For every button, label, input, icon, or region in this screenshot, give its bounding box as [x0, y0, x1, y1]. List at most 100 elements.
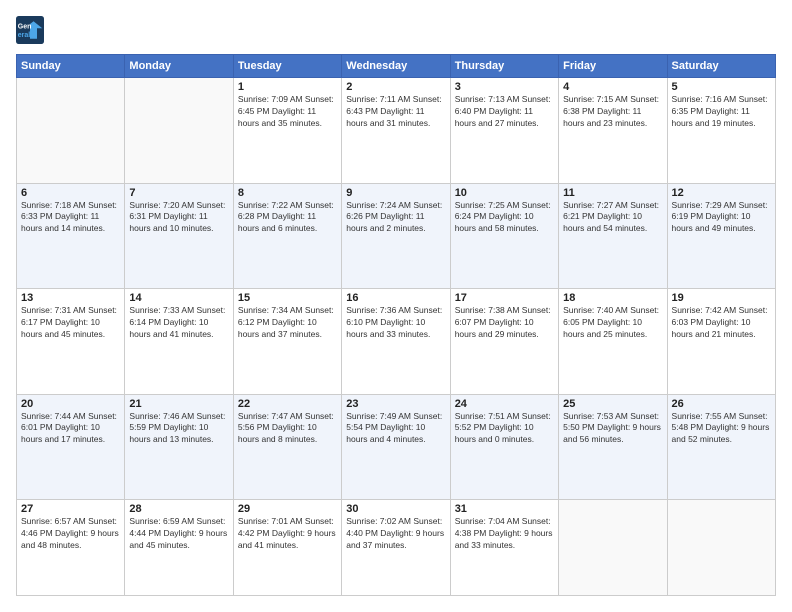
day-info: Sunrise: 7:31 AM Sunset: 6:17 PM Dayligh… [21, 305, 120, 341]
day-number: 31 [455, 503, 554, 515]
calendar-cell: 26Sunrise: 7:55 AM Sunset: 5:48 PM Dayli… [667, 394, 775, 500]
calendar-cell: 29Sunrise: 7:01 AM Sunset: 4:42 PM Dayli… [233, 500, 341, 596]
calendar-cell: 6Sunrise: 7:18 AM Sunset: 6:33 PM Daylig… [17, 183, 125, 289]
day-info: Sunrise: 7:55 AM Sunset: 5:48 PM Dayligh… [672, 411, 771, 447]
svg-text:eral: eral [18, 32, 31, 39]
calendar-cell: 9Sunrise: 7:24 AM Sunset: 6:26 PM Daylig… [342, 183, 450, 289]
day-number: 2 [346, 81, 445, 93]
day-info: Sunrise: 7:27 AM Sunset: 6:21 PM Dayligh… [563, 200, 662, 236]
calendar-cell: 7Sunrise: 7:20 AM Sunset: 6:31 PM Daylig… [125, 183, 233, 289]
calendar-week-row: 13Sunrise: 7:31 AM Sunset: 6:17 PM Dayli… [17, 289, 776, 395]
day-info: Sunrise: 7:42 AM Sunset: 6:03 PM Dayligh… [672, 305, 771, 341]
calendar-cell: 10Sunrise: 7:25 AM Sunset: 6:24 PM Dayli… [450, 183, 558, 289]
day-number: 12 [672, 187, 771, 199]
calendar-cell: 30Sunrise: 7:02 AM Sunset: 4:40 PM Dayli… [342, 500, 450, 596]
day-info: Sunrise: 7:24 AM Sunset: 6:26 PM Dayligh… [346, 200, 445, 236]
calendar-cell [125, 78, 233, 184]
day-number: 17 [455, 292, 554, 304]
day-number: 25 [563, 398, 662, 410]
day-number: 14 [129, 292, 228, 304]
calendar-cell: 3Sunrise: 7:13 AM Sunset: 6:40 PM Daylig… [450, 78, 558, 184]
calendar-cell: 27Sunrise: 6:57 AM Sunset: 4:46 PM Dayli… [17, 500, 125, 596]
weekday-header: Tuesday [233, 55, 341, 78]
calendar-week-row: 20Sunrise: 7:44 AM Sunset: 6:01 PM Dayli… [17, 394, 776, 500]
day-info: Sunrise: 7:44 AM Sunset: 6:01 PM Dayligh… [21, 411, 120, 447]
day-info: Sunrise: 7:53 AM Sunset: 5:50 PM Dayligh… [563, 411, 662, 447]
day-info: Sunrise: 7:09 AM Sunset: 6:45 PM Dayligh… [238, 94, 337, 130]
day-number: 11 [563, 187, 662, 199]
calendar-cell: 20Sunrise: 7:44 AM Sunset: 6:01 PM Dayli… [17, 394, 125, 500]
calendar-cell [667, 500, 775, 596]
day-number: 28 [129, 503, 228, 515]
day-info: Sunrise: 7:15 AM Sunset: 6:38 PM Dayligh… [563, 94, 662, 130]
calendar-cell: 13Sunrise: 7:31 AM Sunset: 6:17 PM Dayli… [17, 289, 125, 395]
calendar-cell: 19Sunrise: 7:42 AM Sunset: 6:03 PM Dayli… [667, 289, 775, 395]
calendar-cell: 11Sunrise: 7:27 AM Sunset: 6:21 PM Dayli… [559, 183, 667, 289]
calendar-cell: 25Sunrise: 7:53 AM Sunset: 5:50 PM Dayli… [559, 394, 667, 500]
calendar-cell: 5Sunrise: 7:16 AM Sunset: 6:35 PM Daylig… [667, 78, 775, 184]
day-info: Sunrise: 7:36 AM Sunset: 6:10 PM Dayligh… [346, 305, 445, 341]
calendar-cell: 4Sunrise: 7:15 AM Sunset: 6:38 PM Daylig… [559, 78, 667, 184]
day-number: 15 [238, 292, 337, 304]
day-info: Sunrise: 7:04 AM Sunset: 4:38 PM Dayligh… [455, 516, 554, 552]
day-number: 3 [455, 81, 554, 93]
calendar-week-row: 6Sunrise: 7:18 AM Sunset: 6:33 PM Daylig… [17, 183, 776, 289]
calendar-cell: 12Sunrise: 7:29 AM Sunset: 6:19 PM Dayli… [667, 183, 775, 289]
day-info: Sunrise: 7:02 AM Sunset: 4:40 PM Dayligh… [346, 516, 445, 552]
day-number: 22 [238, 398, 337, 410]
calendar-cell: 22Sunrise: 7:47 AM Sunset: 5:56 PM Dayli… [233, 394, 341, 500]
day-number: 1 [238, 81, 337, 93]
weekday-header: Sunday [17, 55, 125, 78]
day-number: 26 [672, 398, 771, 410]
day-info: Sunrise: 7:13 AM Sunset: 6:40 PM Dayligh… [455, 94, 554, 130]
day-info: Sunrise: 7:34 AM Sunset: 6:12 PM Dayligh… [238, 305, 337, 341]
day-number: 16 [346, 292, 445, 304]
day-info: Sunrise: 7:25 AM Sunset: 6:24 PM Dayligh… [455, 200, 554, 236]
day-info: Sunrise: 7:46 AM Sunset: 5:59 PM Dayligh… [129, 411, 228, 447]
day-number: 30 [346, 503, 445, 515]
day-number: 4 [563, 81, 662, 93]
day-info: Sunrise: 7:38 AM Sunset: 6:07 PM Dayligh… [455, 305, 554, 341]
calendar-cell: 31Sunrise: 7:04 AM Sunset: 4:38 PM Dayli… [450, 500, 558, 596]
weekday-header: Saturday [667, 55, 775, 78]
page: Gen eral SundayMondayTuesdayWednesdayThu… [0, 0, 792, 612]
calendar-cell: 8Sunrise: 7:22 AM Sunset: 6:28 PM Daylig… [233, 183, 341, 289]
weekday-header: Wednesday [342, 55, 450, 78]
day-info: Sunrise: 7:40 AM Sunset: 6:05 PM Dayligh… [563, 305, 662, 341]
day-number: 29 [238, 503, 337, 515]
day-info: Sunrise: 7:01 AM Sunset: 4:42 PM Dayligh… [238, 516, 337, 552]
day-number: 13 [21, 292, 120, 304]
day-number: 10 [455, 187, 554, 199]
day-info: Sunrise: 7:18 AM Sunset: 6:33 PM Dayligh… [21, 200, 120, 236]
day-info: Sunrise: 7:33 AM Sunset: 6:14 PM Dayligh… [129, 305, 228, 341]
calendar-cell [559, 500, 667, 596]
svg-text:Gen: Gen [18, 23, 32, 30]
day-number: 8 [238, 187, 337, 199]
day-number: 9 [346, 187, 445, 199]
day-number: 27 [21, 503, 120, 515]
calendar-cell: 24Sunrise: 7:51 AM Sunset: 5:52 PM Dayli… [450, 394, 558, 500]
day-info: Sunrise: 7:49 AM Sunset: 5:54 PM Dayligh… [346, 411, 445, 447]
day-info: Sunrise: 7:29 AM Sunset: 6:19 PM Dayligh… [672, 200, 771, 236]
day-number: 23 [346, 398, 445, 410]
day-number: 18 [563, 292, 662, 304]
calendar-cell: 15Sunrise: 7:34 AM Sunset: 6:12 PM Dayli… [233, 289, 341, 395]
day-info: Sunrise: 6:59 AM Sunset: 4:44 PM Dayligh… [129, 516, 228, 552]
calendar-table: SundayMondayTuesdayWednesdayThursdayFrid… [16, 54, 776, 596]
day-number: 19 [672, 292, 771, 304]
calendar-cell: 16Sunrise: 7:36 AM Sunset: 6:10 PM Dayli… [342, 289, 450, 395]
weekday-header: Thursday [450, 55, 558, 78]
calendar-cell: 28Sunrise: 6:59 AM Sunset: 4:44 PM Dayli… [125, 500, 233, 596]
day-info: Sunrise: 7:51 AM Sunset: 5:52 PM Dayligh… [455, 411, 554, 447]
day-number: 6 [21, 187, 120, 199]
day-number: 21 [129, 398, 228, 410]
day-info: Sunrise: 7:22 AM Sunset: 6:28 PM Dayligh… [238, 200, 337, 236]
calendar-week-row: 27Sunrise: 6:57 AM Sunset: 4:46 PM Dayli… [17, 500, 776, 596]
calendar-cell: 2Sunrise: 7:11 AM Sunset: 6:43 PM Daylig… [342, 78, 450, 184]
day-number: 24 [455, 398, 554, 410]
day-info: Sunrise: 7:16 AM Sunset: 6:35 PM Dayligh… [672, 94, 771, 130]
calendar-cell [17, 78, 125, 184]
calendar-cell: 17Sunrise: 7:38 AM Sunset: 6:07 PM Dayli… [450, 289, 558, 395]
day-number: 5 [672, 81, 771, 93]
weekday-header: Monday [125, 55, 233, 78]
